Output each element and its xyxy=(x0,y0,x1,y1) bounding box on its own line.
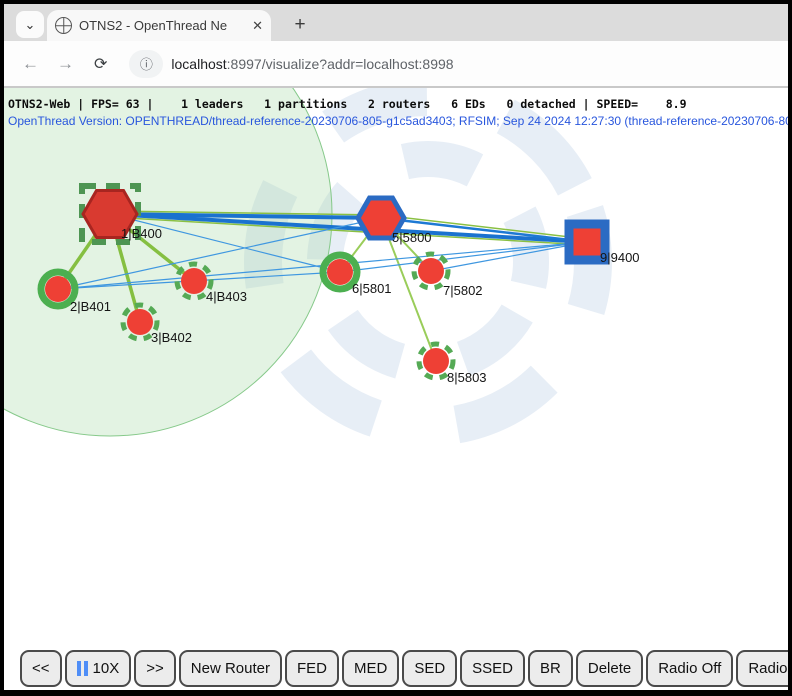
speed-button[interactable]: 10X xyxy=(65,650,132,687)
fed-button[interactable]: FED xyxy=(285,650,339,687)
node-7|5802[interactable] xyxy=(418,258,444,284)
forward-icon[interactable]: → xyxy=(57,54,74,74)
node-3|B402[interactable] xyxy=(127,309,153,335)
tab-search-button[interactable]: ⌄ xyxy=(16,11,44,38)
url-path: :8997/visualize?addr=localhost:8998 xyxy=(227,56,454,72)
node-4|B403[interactable] xyxy=(181,268,207,294)
node-label-5|5800: 5|5800 xyxy=(392,230,432,245)
window-frame-right xyxy=(788,0,792,696)
info-icon: ⓘ xyxy=(140,54,153,73)
tab-close-icon[interactable]: ✕ xyxy=(252,18,263,34)
radio-off-button[interactable]: Radio Off xyxy=(646,650,733,687)
sed-button[interactable]: SED xyxy=(402,650,457,687)
tab-strip: ⌄ OTNS2 - OpenThread Ne ✕ + xyxy=(4,4,788,41)
window-frame-left xyxy=(0,0,4,696)
speed-down-button[interactable]: << xyxy=(20,650,62,687)
link-6-9 xyxy=(340,242,587,272)
new-tab-button[interactable]: + xyxy=(287,12,313,38)
node-label-7|5802: 7|5802 xyxy=(443,283,483,298)
status-bar: OTNS2-Web | FPS= 63 | 1 leaders 1 partit… xyxy=(8,97,687,111)
pause-icon xyxy=(77,661,88,676)
reload-icon[interactable]: ⟳ xyxy=(94,54,107,74)
br-button[interactable]: BR xyxy=(528,650,573,687)
simulator-toolbar: << 10X >> New Router FED MED SED SSED BR… xyxy=(20,650,792,687)
window-frame-bottom xyxy=(0,690,792,696)
node-label-4|B403: 4|B403 xyxy=(206,289,247,304)
ssed-button[interactable]: SSED xyxy=(460,650,525,687)
chevron-down-icon: ⌄ xyxy=(25,17,36,33)
node-label-6|5801: 6|5801 xyxy=(352,281,392,296)
plus-icon: + xyxy=(294,14,305,36)
globe-icon xyxy=(55,17,72,34)
node-8|5803[interactable] xyxy=(423,348,449,374)
speed-up-button[interactable]: >> xyxy=(134,650,176,687)
site-info-button[interactable]: ⓘ xyxy=(129,50,163,78)
node-label-8|5803: 8|5803 xyxy=(447,370,487,385)
new-router-button[interactable]: New Router xyxy=(179,650,282,687)
tab-title: OTNS2 - OpenThread Ne xyxy=(79,18,248,33)
window-frame-top xyxy=(0,0,792,4)
node-2|B401[interactable] xyxy=(45,276,71,302)
url-host: localhost xyxy=(171,56,226,72)
address-input[interactable]: localhost:8997/visualize?addr=localhost:… xyxy=(171,56,453,72)
node-label-9|9400: 9|9400 xyxy=(600,250,640,265)
url-bar: ← → ⟳ ⓘ localhost:8997/visualize?addr=lo… xyxy=(4,41,788,88)
link-7-9 xyxy=(431,242,587,271)
node-label-1|B400: 1|B400 xyxy=(121,226,162,241)
node-label-2|B401: 2|B401 xyxy=(70,299,111,314)
node-6|5801[interactable] xyxy=(327,259,353,285)
back-icon[interactable]: ← xyxy=(22,54,39,74)
med-button[interactable]: MED xyxy=(342,650,399,687)
delete-button[interactable]: Delete xyxy=(576,650,643,687)
radio-on-button[interactable]: Radio On xyxy=(736,650,792,687)
browser-tab[interactable]: OTNS2 - OpenThread Ne ✕ xyxy=(47,10,271,41)
node-label-3|B402: 3|B402 xyxy=(151,330,192,345)
openthread-version-line: OpenThread Version: OPENTHREAD/thread-re… xyxy=(8,114,788,128)
